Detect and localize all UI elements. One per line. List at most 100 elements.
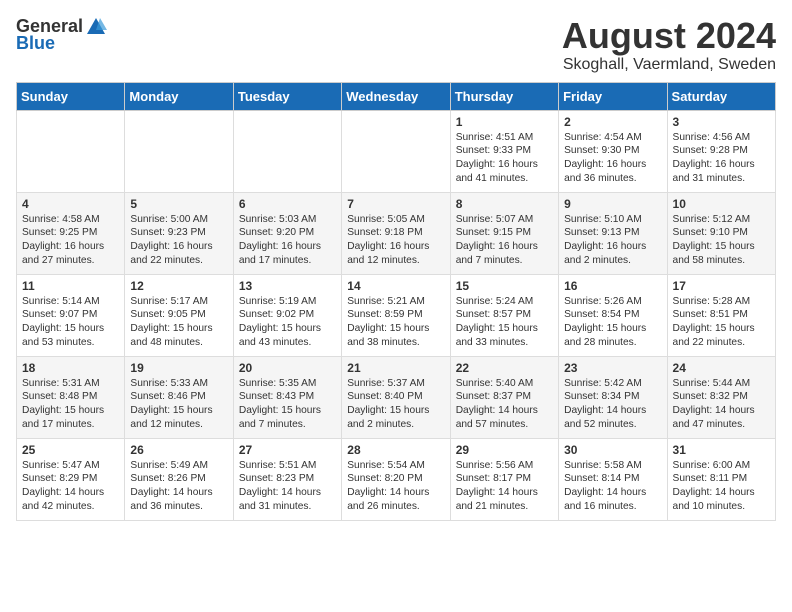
location-title: Skoghall, Vaermland, Sweden	[562, 56, 776, 74]
title-block: August 2024 Skoghall, Vaermland, Sweden	[562, 16, 776, 74]
table-row	[342, 110, 450, 192]
day-number: 14	[347, 279, 444, 293]
day-number: 29	[456, 443, 553, 457]
table-row: 15Sunrise: 5:24 AM Sunset: 8:57 PM Dayli…	[450, 274, 558, 356]
table-row: 25 Sunrise: 5:47 AM Sunset: 8:29 PM Dayli…	[17, 438, 125, 520]
day-number: 28	[347, 443, 444, 457]
day-number: 1	[456, 115, 553, 129]
cell-content: Sunrise: 5:35 AM Sunset: 8:43 PM Dayligh…	[239, 377, 336, 432]
table-row: 3 Sunrise: 4:56 AM Sunset: 9:28 PM Daylig…	[667, 110, 775, 192]
table-row: 18Sunrise: 5:31 AM Sunset: 8:48 PM Dayli…	[17, 356, 125, 438]
cell-content: Sunrise: 4:54 AM Sunset: 9:30 PM Dayligh…	[564, 131, 661, 186]
header-saturday: Saturday	[667, 82, 775, 110]
cell-content: Sunrise: 4:51 AM Sunset: 9:33 PM Dayligh…	[456, 131, 553, 186]
table-row: 30 Sunrise: 5:58 AM Sunset: 8:14 PM Dayli…	[559, 438, 667, 520]
table-row: 12Sunrise: 5:17 AM Sunset: 9:05 PM Dayli…	[125, 274, 233, 356]
day-number: 21	[347, 361, 444, 375]
cell-content: Sunrise: 5:07 AM Sunset: 9:15 PM Dayligh…	[456, 213, 553, 268]
cell-content: Sunrise: 5:19 AM Sunset: 9:02 PM Dayligh…	[239, 295, 336, 350]
table-row	[233, 110, 341, 192]
table-row: 6 Sunrise: 5:03 AM Sunset: 9:20 PM Daylig…	[233, 192, 341, 274]
day-number: 9	[564, 197, 661, 211]
header-monday: Monday	[125, 82, 233, 110]
table-row: 9 Sunrise: 5:10 AM Sunset: 9:13 PM Daylig…	[559, 192, 667, 274]
header-wednesday: Wednesday	[342, 82, 450, 110]
cell-content: Sunrise: 6:00 AM Sunset: 8:11 PM Dayligh…	[673, 459, 770, 514]
cell-content: Sunrise: 5:42 AM Sunset: 8:34 PM Dayligh…	[564, 377, 661, 432]
table-row: 29 Sunrise: 5:56 AM Sunset: 8:17 PM Dayli…	[450, 438, 558, 520]
calendar-week-row: 25 Sunrise: 5:47 AM Sunset: 8:29 PM Dayli…	[17, 438, 776, 520]
cell-content: Sunrise: 5:56 AM Sunset: 8:17 PM Dayligh…	[456, 459, 553, 514]
calendar-header-row: Sunday Monday Tuesday Wednesday Thursday…	[17, 82, 776, 110]
header-sunday: Sunday	[17, 82, 125, 110]
day-number: 2	[564, 115, 661, 129]
day-number: 17	[673, 279, 770, 293]
table-row: 31 Sunrise: 6:00 AM Sunset: 8:11 PM Dayli…	[667, 438, 775, 520]
header-tuesday: Tuesday	[233, 82, 341, 110]
cell-content: Sunrise: 5:58 AM Sunset: 8:14 PM Dayligh…	[564, 459, 661, 514]
page-header: General Blue August 2024 Skoghall, Vaerm…	[16, 16, 776, 74]
cell-content: Sunrise: 5:33 AM Sunset: 8:46 PM Dayligh…	[130, 377, 227, 432]
day-number: 27	[239, 443, 336, 457]
day-number: 26	[130, 443, 227, 457]
day-number: 23	[564, 361, 661, 375]
table-row: 7 Sunrise: 5:05 AM Sunset: 9:18 PM Daylig…	[342, 192, 450, 274]
day-number: 7	[347, 197, 444, 211]
table-row: 26Sunrise: 5:49 AM Sunset: 8:26 PM Dayli…	[125, 438, 233, 520]
table-row: 27 Sunrise: 5:51 AM Sunset: 8:23 PM Dayli…	[233, 438, 341, 520]
cell-content: Sunrise: 5:03 AM Sunset: 9:20 PM Dayligh…	[239, 213, 336, 268]
table-row	[17, 110, 125, 192]
day-number: 20	[239, 361, 336, 375]
cell-content: Sunrise: 5:44 AM Sunset: 8:32 PM Dayligh…	[673, 377, 770, 432]
table-row: 16 Sunrise: 5:26 AM Sunset: 8:54 PM Dayli…	[559, 274, 667, 356]
day-number: 11	[22, 279, 119, 293]
day-number: 15	[456, 279, 553, 293]
day-number: 25	[22, 443, 119, 457]
table-row: 21 Sunrise: 5:37 AM Sunset: 8:40 PM Dayli…	[342, 356, 450, 438]
day-number: 24	[673, 361, 770, 375]
table-row: 13Sunrise: 5:19 AM Sunset: 9:02 PM Dayli…	[233, 274, 341, 356]
table-row: 5Sunrise: 5:00 AM Sunset: 9:23 PM Daylig…	[125, 192, 233, 274]
cell-content: Sunrise: 5:05 AM Sunset: 9:18 PM Dayligh…	[347, 213, 444, 268]
cell-content: Sunrise: 5:14 AM Sunset: 9:07 PM Dayligh…	[22, 295, 119, 350]
calendar-week-row: 11 Sunrise: 5:14 AM Sunset: 9:07 PM Dayli…	[17, 274, 776, 356]
table-row: 19 Sunrise: 5:33 AM Sunset: 8:46 PM Dayli…	[125, 356, 233, 438]
calendar-week-row: 18Sunrise: 5:31 AM Sunset: 8:48 PM Dayli…	[17, 356, 776, 438]
cell-content: Sunrise: 4:56 AM Sunset: 9:28 PM Dayligh…	[673, 131, 770, 186]
header-thursday: Thursday	[450, 82, 558, 110]
table-row: 8 Sunrise: 5:07 AM Sunset: 9:15 PM Daylig…	[450, 192, 558, 274]
day-number: 16	[564, 279, 661, 293]
day-number: 3	[673, 115, 770, 129]
day-number: 31	[673, 443, 770, 457]
cell-content: Sunrise: 5:37 AM Sunset: 8:40 PM Dayligh…	[347, 377, 444, 432]
cell-content: Sunrise: 5:54 AM Sunset: 8:20 PM Dayligh…	[347, 459, 444, 514]
table-row: 1 Sunrise: 4:51 AM Sunset: 9:33 PM Daylig…	[450, 110, 558, 192]
table-row: 2 Sunrise: 4:54 AM Sunset: 9:30 PM Daylig…	[559, 110, 667, 192]
cell-content: Sunrise: 5:40 AM Sunset: 8:37 PM Dayligh…	[456, 377, 553, 432]
table-row: 11 Sunrise: 5:14 AM Sunset: 9:07 PM Dayli…	[17, 274, 125, 356]
day-number: 18	[22, 361, 119, 375]
table-row: 24 Sunrise: 5:44 AM Sunset: 8:32 PM Dayli…	[667, 356, 775, 438]
logo: General Blue	[16, 16, 107, 54]
day-number: 19	[130, 361, 227, 375]
cell-content: Sunrise: 5:26 AM Sunset: 8:54 PM Dayligh…	[564, 295, 661, 350]
day-number: 4	[22, 197, 119, 211]
day-number: 8	[456, 197, 553, 211]
table-row: 23 Sunrise: 5:42 AM Sunset: 8:34 PM Dayli…	[559, 356, 667, 438]
cell-content: Sunrise: 5:47 AM Sunset: 8:29 PM Dayligh…	[22, 459, 119, 514]
day-number: 10	[673, 197, 770, 211]
cell-content: Sunrise: 5:10 AM Sunset: 9:13 PM Dayligh…	[564, 213, 661, 268]
cell-content: Sunrise: 5:00 AM Sunset: 9:23 PM Dayligh…	[130, 213, 227, 268]
cell-content: Sunrise: 5:12 AM Sunset: 9:10 PM Dayligh…	[673, 213, 770, 268]
logo-icon	[85, 16, 107, 38]
cell-content: Sunrise: 5:51 AM Sunset: 8:23 PM Dayligh…	[239, 459, 336, 514]
month-title: August 2024	[562, 16, 776, 56]
cell-content: Sunrise: 4:58 AM Sunset: 9:25 PM Dayligh…	[22, 213, 119, 268]
day-number: 6	[239, 197, 336, 211]
table-row	[125, 110, 233, 192]
calendar-week-row: 1 Sunrise: 4:51 AM Sunset: 9:33 PM Daylig…	[17, 110, 776, 192]
table-row: 17Sunrise: 5:28 AM Sunset: 8:51 PM Dayli…	[667, 274, 775, 356]
table-row: 4 Sunrise: 4:58 AM Sunset: 9:25 PM Daylig…	[17, 192, 125, 274]
day-number: 30	[564, 443, 661, 457]
table-row: 14Sunrise: 5:21 AM Sunset: 8:59 PM Dayli…	[342, 274, 450, 356]
